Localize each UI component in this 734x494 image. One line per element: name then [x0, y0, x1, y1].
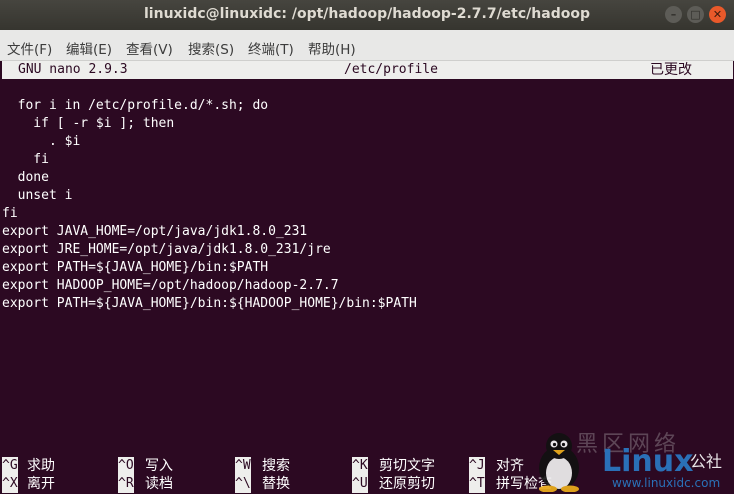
linuxidc-watermark: 黑区网络 Linux 公社 www.linuxidc.com: [494, 424, 734, 494]
close-icon[interactable]: ✕: [709, 6, 726, 23]
file-line: . $i: [2, 134, 81, 149]
shortcut-label: 读档: [145, 476, 173, 492]
file-line: unset i: [2, 188, 73, 203]
shortcut-key: ^W: [235, 457, 251, 475]
file-line: export HADOOP_HOME=/opt/hadoop/hadoop-2.…: [2, 278, 339, 293]
watermark-brand: Linux: [602, 444, 694, 479]
menu-view[interactable]: 查看(V): [126, 38, 173, 58]
file-line: export PATH=${JAVA_HOME}/bin:$PATH: [2, 260, 269, 275]
shortcut-key: ^U: [352, 475, 368, 493]
menu-file[interactable]: 文件(F): [7, 38, 52, 58]
shortcut-label: 写入: [145, 458, 173, 474]
shortcut-key: ^T: [469, 475, 485, 493]
file-line: done: [2, 170, 49, 185]
window-title: linuxidc@linuxidc: /opt/hadoop/hadoop-2.…: [144, 6, 590, 22]
file-line: if [ -r $i ]; then: [2, 116, 175, 131]
maximize-icon[interactable]: □: [687, 6, 704, 23]
menu-bar: 文件(F) 编辑(E) 查看(V) 搜索(S) 终端(T) 帮助(H): [0, 30, 734, 61]
file-line: fi: [2, 206, 18, 221]
shortcut-key: ^O: [118, 457, 134, 475]
watermark-url: www.linuxidc.com: [612, 476, 721, 490]
file-line: export PATH=${JAVA_HOME}/bin:${HADOOP_HO…: [2, 296, 417, 311]
file-line: export JRE_HOME=/opt/java/jdk1.8.0_231/j…: [2, 242, 331, 257]
shortcut-label: 搜索: [262, 458, 290, 474]
shortcut-key: ^X: [2, 475, 18, 493]
file-line: fi: [2, 152, 49, 167]
file-line: export JAVA_HOME=/opt/java/jdk1.8.0_231: [2, 224, 308, 239]
title-bar[interactable]: linuxidc@linuxidc: /opt/hadoop/hadoop-2.…: [0, 0, 734, 30]
shortcut-label: 替换: [262, 476, 290, 492]
shortcut-key: ^K: [352, 457, 368, 475]
menu-edit[interactable]: 编辑(E): [66, 38, 112, 58]
watermark-gongshe: 公社: [690, 452, 723, 471]
shortcut-label: 剪切文字: [379, 458, 435, 474]
terminal-window: linuxidc@linuxidc: /opt/hadoop/hadoop-2.…: [0, 0, 734, 494]
minimize-icon[interactable]: –: [665, 6, 682, 23]
shortcut-key: ^J: [469, 457, 485, 475]
menu-search[interactable]: 搜索(S): [188, 38, 234, 58]
file-line: for i in /etc/profile.d/*.sh; do: [2, 98, 269, 113]
shortcut-label: 离开: [27, 476, 55, 492]
nano-modified-status: 已更改: [650, 62, 692, 78]
menu-help[interactable]: 帮助(H): [308, 38, 356, 58]
shortcut-key: ^G: [2, 457, 18, 475]
nano-header: GNU nano 2.9.3 /etc/profile 已更改: [2, 61, 733, 79]
shortcut-key: ^R: [118, 475, 134, 493]
shortcut-label: 还原剪切: [379, 476, 435, 492]
nano-version: GNU nano 2.9.3: [18, 62, 128, 77]
shortcut-key: ^\: [235, 475, 251, 493]
shortcut-label: 求助: [27, 458, 55, 474]
menu-terminal[interactable]: 终端(T): [248, 38, 294, 58]
nano-filename: /etc/profile: [344, 62, 438, 77]
